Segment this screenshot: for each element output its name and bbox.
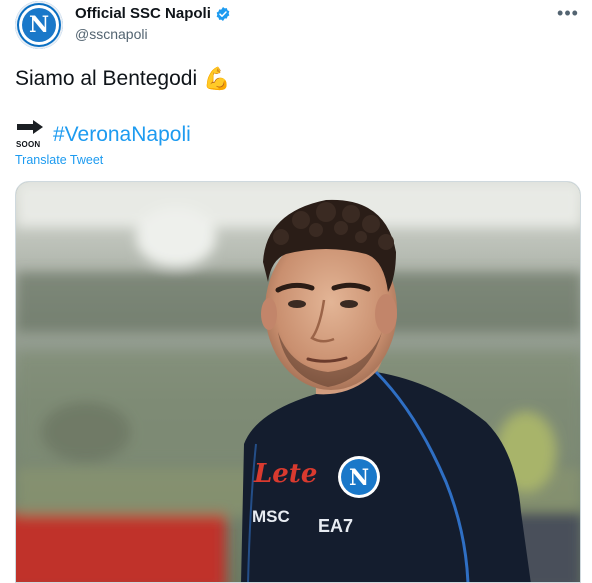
tweet: N Official SSC Napoli @sscnapoli ••• Sia… bbox=[0, 0, 592, 583]
author-name-row: Official SSC Napoli bbox=[75, 5, 231, 22]
soon-hashtag-row: SOON #VeronaNapoli bbox=[15, 118, 191, 152]
flexed-biceps-icon: 💪 bbox=[203, 66, 231, 91]
soon-arrow-icon: SOON bbox=[15, 118, 45, 152]
jersey-brand: MSC bbox=[252, 507, 290, 526]
jersey-maker: EA7 bbox=[318, 516, 353, 536]
more-options-button[interactable]: ••• bbox=[556, 3, 580, 23]
display-name[interactable]: Official SSC Napoli bbox=[75, 5, 211, 22]
avatar[interactable]: N bbox=[15, 1, 63, 49]
translate-tweet-link[interactable]: Translate Tweet bbox=[15, 153, 103, 167]
handle[interactable]: @sscnapoli bbox=[75, 26, 148, 42]
tweet-text: Siamo al Bentegodi 💪 bbox=[15, 65, 231, 93]
soon-label: SOON bbox=[16, 140, 41, 149]
verified-badge-icon bbox=[215, 6, 231, 22]
tweet-photo[interactable]: Lete N MSC EA7 bbox=[15, 181, 581, 583]
tweet-text-content: Siamo al Bentegodi bbox=[15, 67, 198, 90]
hashtag-link[interactable]: #VeronaNapoli bbox=[53, 123, 191, 147]
player-photo: Lete N MSC EA7 bbox=[16, 182, 580, 582]
avatar-logo: N bbox=[22, 8, 56, 42]
avatar-ring: N bbox=[19, 5, 59, 45]
jersey-sponsor: Lete bbox=[253, 459, 317, 489]
jersey-badge: N bbox=[349, 465, 369, 491]
